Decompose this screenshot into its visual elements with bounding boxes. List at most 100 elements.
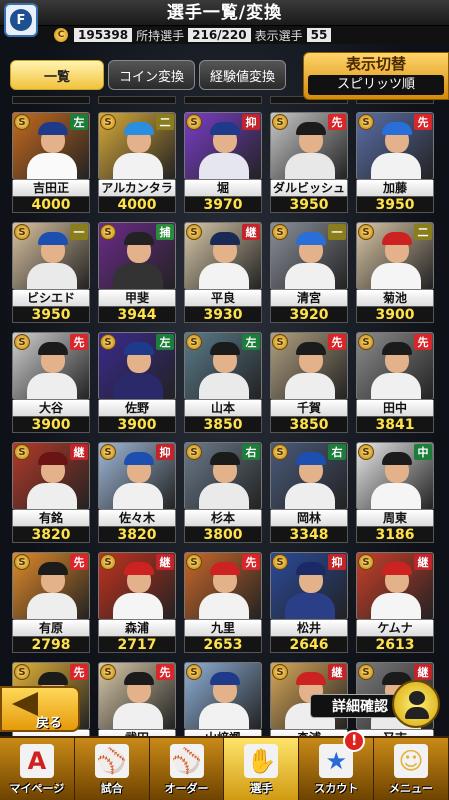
player-card[interactable]: S 左佐野 3900 <box>98 332 176 433</box>
player-card[interactable]: S 捕甲斐 3944 <box>98 222 176 323</box>
player-spirits: 3348 <box>270 526 348 543</box>
player-card[interactable]: S 抑堀 3970 <box>184 112 262 213</box>
position-badge: 継 <box>414 664 432 680</box>
owned-players-label: 所持選手 <box>136 28 185 43</box>
s-rank-icon: S <box>14 554 30 570</box>
team-badge[interactable]: F <box>4 3 38 37</box>
nav-menu[interactable]: ☺ メニュー <box>374 738 449 800</box>
nav-label: スカウト <box>314 782 359 795</box>
player-row: S 一ビシエド 3950 S 捕甲斐 3944 S 継平良 3930 S 一清宮 3920 S 二菊池 39… <box>12 222 442 323</box>
player-card[interactable]: S 先千賀 3850 <box>270 332 348 433</box>
position-badge: 先 <box>70 334 88 350</box>
displayed-players-count: 55 <box>306 28 332 42</box>
player-card[interactable]: S 右杉本 3800 <box>184 442 262 543</box>
player-card[interactable]: S 先加藤 3950 <box>356 112 434 213</box>
player-spirits: 3950 <box>12 306 90 323</box>
tab-bar: 一覧 コイン変換 経験値変換 <box>10 60 287 92</box>
tab-coin-convert[interactable]: コイン変換 <box>108 60 196 90</box>
nav-order[interactable]: ⚾ オーダー <box>150 738 225 800</box>
position-badge: 継 <box>242 224 260 240</box>
player-cap <box>210 122 240 135</box>
player-detail-icon[interactable] <box>392 680 440 728</box>
player-card[interactable]: S 先田中 3841 <box>356 332 434 433</box>
player-name: 平良 <box>184 290 262 306</box>
s-rank-icon: S <box>14 334 30 350</box>
player-name: 加藤 <box>356 180 434 196</box>
nav-mypage[interactable]: A マイページ <box>0 738 75 800</box>
nav-label: メニュー <box>389 782 434 795</box>
player-name: 岡林 <box>270 510 348 526</box>
player-name: 田中 <box>356 400 434 416</box>
player-name: 杉本 <box>184 510 262 526</box>
nav-match[interactable]: ⚾ 試合 <box>75 738 150 800</box>
player-name: 清宮 <box>270 290 348 306</box>
player-body <box>27 153 77 179</box>
player-cap <box>296 342 326 355</box>
player-card[interactable]: S 継森浦 2717 <box>98 552 176 653</box>
player-body <box>285 373 335 399</box>
nav-scout[interactable]: ! ★ スカウト <box>299 730 375 800</box>
s-rank-icon: S <box>100 114 116 130</box>
player-card[interactable]: S 右岡林 3348 <box>270 442 348 543</box>
back-button[interactable]: 戻る <box>0 686 80 732</box>
player-cap <box>296 122 326 135</box>
s-rank-icon: S <box>358 664 374 680</box>
tab-list[interactable]: 一覧 <box>10 60 104 90</box>
position-badge: 継 <box>70 444 88 460</box>
player-body <box>371 263 421 289</box>
s-rank-icon: S <box>100 664 116 680</box>
nav-players-icon: ✋ <box>244 744 279 778</box>
player-spirits: 4000 <box>12 196 90 213</box>
player-card[interactable]: S 一ビシエド 3950 <box>12 222 90 323</box>
nav-players[interactable]: ✋ 選手 <box>224 738 300 800</box>
player-card[interactable]: S 継ケムナ 2613 <box>356 552 434 653</box>
s-rank-icon: S <box>272 334 288 350</box>
player-spirits: 3900 <box>356 306 434 323</box>
player-card[interactable]: S 中周東 3186 <box>356 442 434 543</box>
player-cap <box>38 342 68 355</box>
player-body <box>113 373 163 399</box>
partial-card <box>98 96 176 104</box>
player-card[interactable]: S 先九里 2653 <box>184 552 262 653</box>
player-card[interactable]: S 抑松井 2646 <box>270 552 348 653</box>
player-spirits: 2653 <box>184 636 262 653</box>
player-card[interactable]: S 一清宮 3920 <box>270 222 348 323</box>
player-card[interactable]: S 二アルカンタラ 4000 <box>98 112 176 213</box>
player-body <box>285 593 335 619</box>
player-spirits: 2646 <box>270 636 348 653</box>
nav-mypage-icon: A <box>19 744 54 778</box>
display-toggle-button[interactable]: 表示切替 スピリッツ順 <box>303 52 449 100</box>
nav-label: マイページ <box>9 782 65 795</box>
coin-icon: C <box>54 28 68 42</box>
s-rank-icon: S <box>14 224 30 240</box>
player-card[interactable]: S 先ダルビッシュ 3950 <box>270 112 348 213</box>
player-cap <box>382 232 412 245</box>
player-spirits: 3930 <box>184 306 262 323</box>
s-rank-icon: S <box>100 554 116 570</box>
back-button-label: 戻る <box>36 716 63 731</box>
player-name: 佐々木 <box>98 510 176 526</box>
nav-menu-icon: ☺ <box>394 744 429 778</box>
player-body <box>371 153 421 179</box>
player-card[interactable]: S 先有原 2798 <box>12 552 90 653</box>
player-cap <box>296 452 326 465</box>
player-card[interactable]: S 継平良 3930 <box>184 222 262 323</box>
tab-exp-convert[interactable]: 経験値変換 <box>199 60 287 90</box>
player-spirits: 3850 <box>270 416 348 433</box>
player-card[interactable]: S 二菊池 3900 <box>356 222 434 323</box>
player-body <box>285 263 335 289</box>
player-card[interactable]: S 抑佐々木 3820 <box>98 442 176 543</box>
player-card[interactable]: S 左山本 3850 <box>184 332 262 433</box>
position-badge: 一 <box>328 224 346 240</box>
player-card[interactable]: S 継有銘 3820 <box>12 442 90 543</box>
player-cap <box>296 232 326 245</box>
player-card[interactable]: S 先大谷 3900 <box>12 332 90 433</box>
player-card[interactable]: S 左吉田正 4000 <box>12 112 90 213</box>
player-name: ケムナ <box>356 620 434 636</box>
player-body <box>285 153 335 179</box>
player-name: 菊池 <box>356 290 434 306</box>
player-name: 山本 <box>184 400 262 416</box>
player-cap <box>382 122 412 135</box>
player-name: 有銘 <box>12 510 90 526</box>
player-spirits: 3800 <box>184 526 262 543</box>
